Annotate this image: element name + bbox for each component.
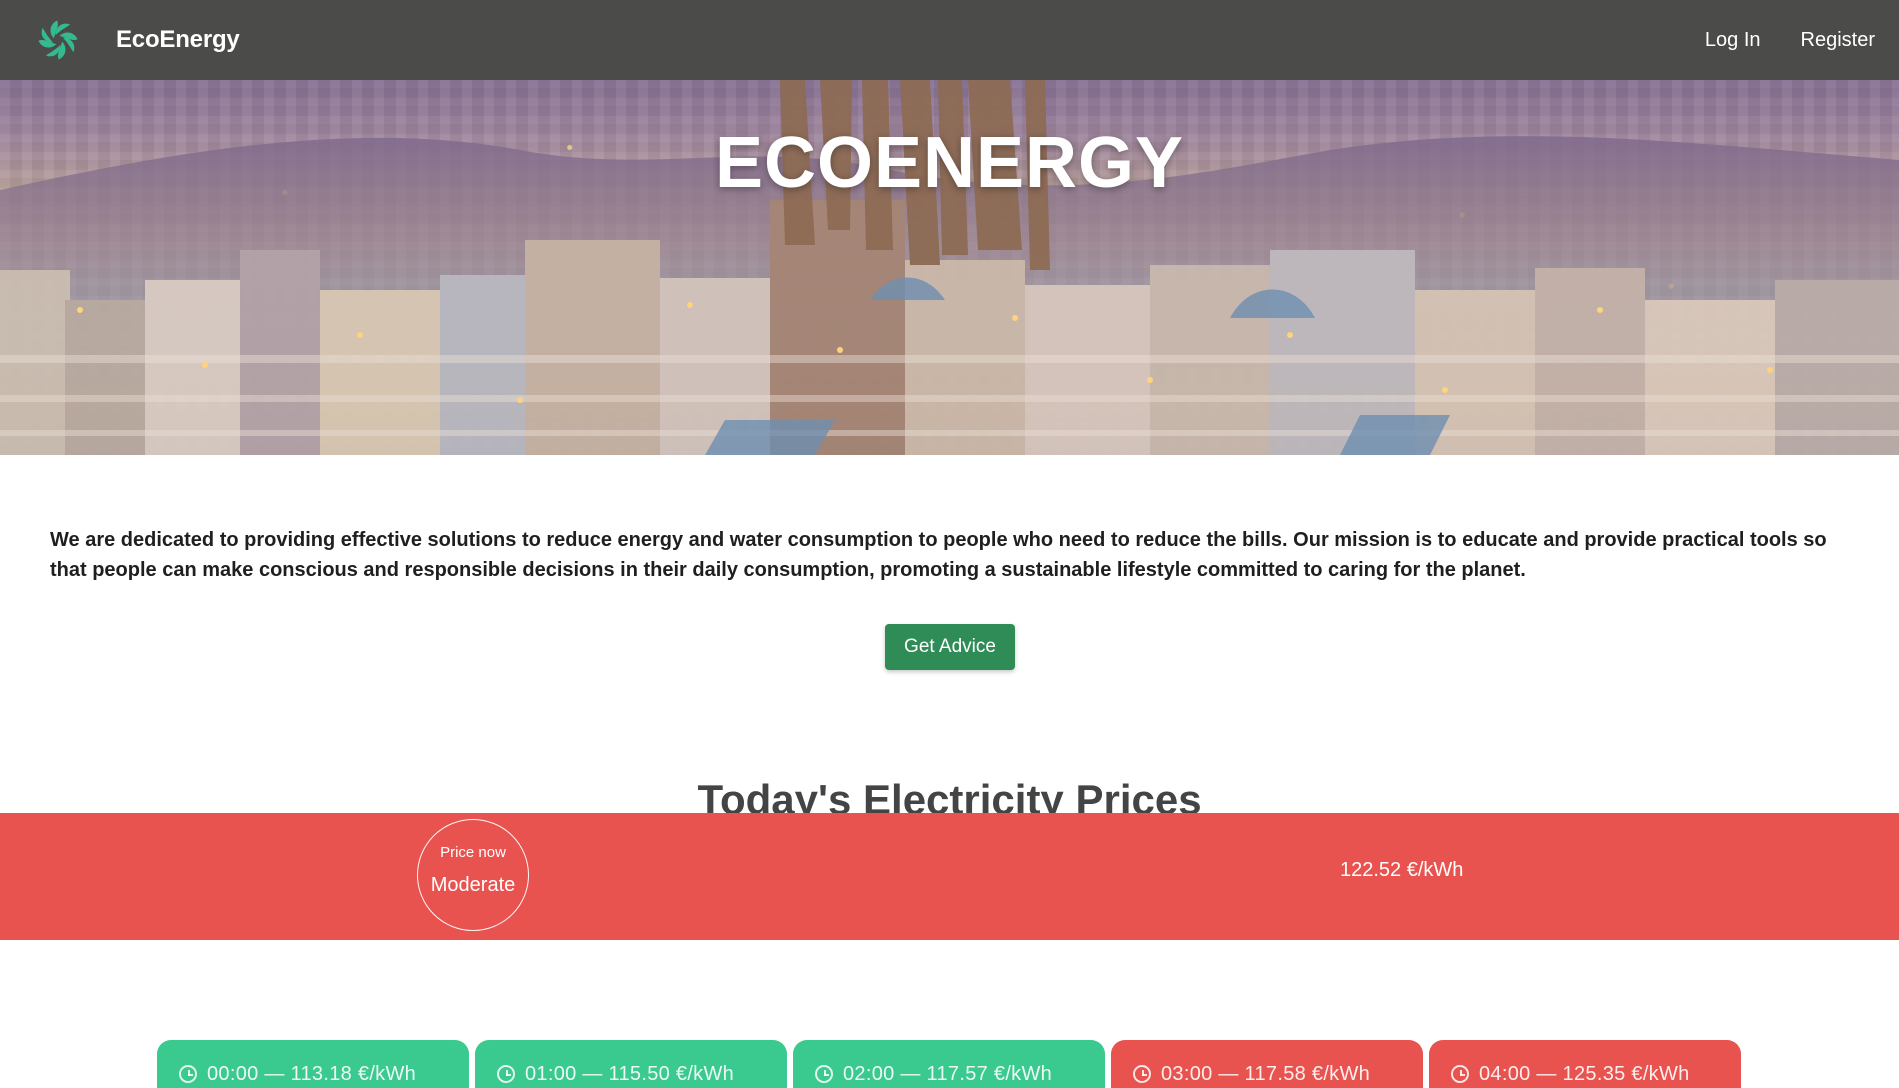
current-price-value: 122.52 €/kWh	[1340, 859, 1464, 881]
auth-nav: Log In Register	[1705, 29, 1875, 52]
hero-banner: ECOENERGY	[0, 80, 1899, 455]
mission-statement: We are dedicated to providing effective …	[50, 529, 1827, 581]
current-price-band: Price now Moderate 122.52 €/kWh	[0, 813, 1899, 940]
hourly-price-card[interactable]: 04:00 — 125.35 €/kWh	[1429, 1040, 1741, 1088]
hourly-price-card[interactable]: 02:00 — 117.57 €/kWh	[793, 1040, 1105, 1088]
hourly-price-text: 03:00 — 117.58 €/kWh	[1161, 1062, 1371, 1085]
clock-icon	[179, 1065, 197, 1083]
clock-icon	[815, 1065, 833, 1083]
clock-icon	[497, 1065, 515, 1083]
login-link[interactable]: Log In	[1705, 29, 1761, 52]
hourly-price-text: 00:00 — 113.18 €/kWh	[207, 1062, 417, 1085]
hourly-price-text: 01:00 — 115.50 €/kWh	[525, 1062, 735, 1085]
hourly-price-card[interactable]: 00:00 — 113.18 €/kWh	[157, 1040, 469, 1088]
get-advice-button[interactable]: Get Advice	[885, 624, 1015, 670]
current-price-label: Price now	[440, 844, 506, 861]
clock-icon	[1451, 1065, 1469, 1083]
clock-icon	[1133, 1065, 1151, 1083]
hourly-price-card[interactable]: 01:00 — 115.50 €/kWh	[475, 1040, 787, 1088]
hero-title: ECOENERGY	[714, 123, 1185, 203]
current-price-indicator: Price now Moderate	[417, 819, 529, 931]
register-link[interactable]: Register	[1801, 29, 1875, 52]
hourly-price-list: 00:00 — 113.18 €/kWh 01:00 — 115.50 €/kW…	[157, 1040, 1741, 1088]
top-navbar: EcoEnergy Log In Register	[0, 0, 1899, 80]
leaf-logo-icon	[38, 20, 78, 60]
hourly-price-text: 04:00 — 125.35 €/kWh	[1479, 1062, 1690, 1085]
hourly-price-card[interactable]: 03:00 — 117.58 €/kWh	[1111, 1040, 1423, 1088]
brand-name[interactable]: EcoEnergy	[116, 26, 240, 54]
current-price-level: Moderate	[430, 874, 516, 896]
hourly-price-text: 02:00 — 117.57 €/kWh	[843, 1062, 1053, 1085]
